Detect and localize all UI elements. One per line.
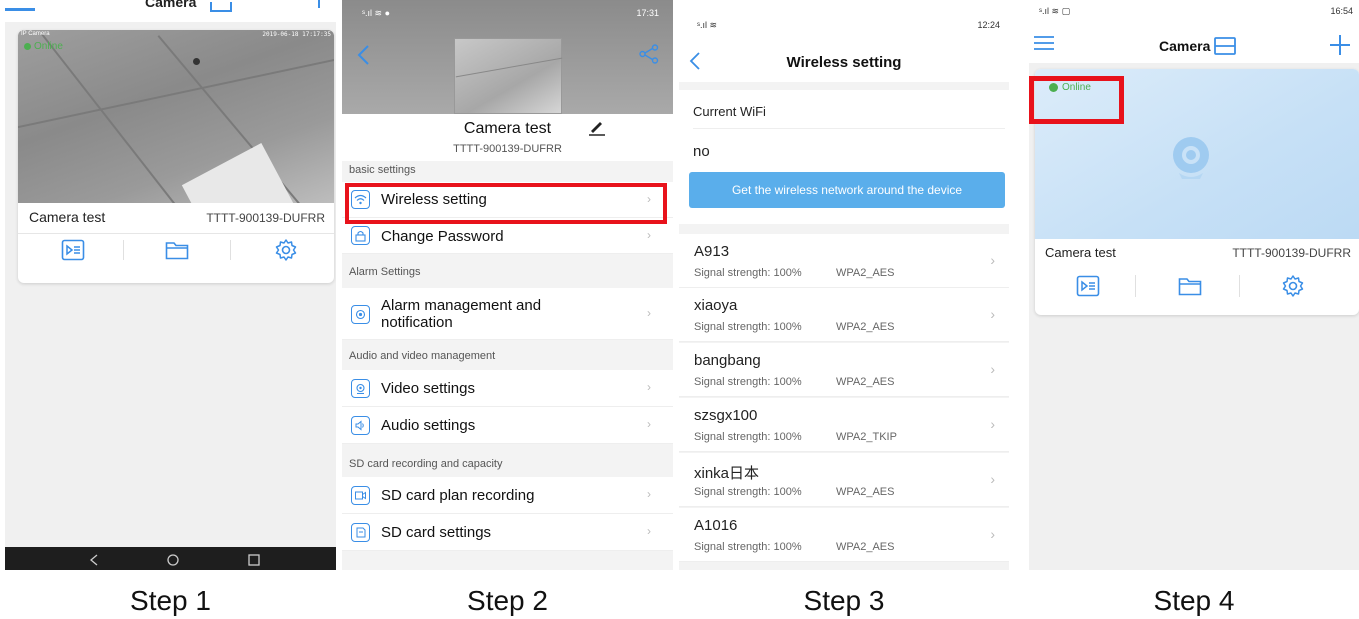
signal-icon: ˢ.ıl ≋ ● xyxy=(362,8,391,18)
playback-icon[interactable] xyxy=(1075,274,1101,298)
current-wifi-label: Current WiFi xyxy=(693,104,766,119)
camera-placeholder-icon xyxy=(1167,135,1215,186)
wifi-list-item[interactable]: A913 Signal strength: 100% WPA2_AES › xyxy=(679,234,1009,288)
gear-icon[interactable] xyxy=(1280,274,1306,298)
camera-uid: TTTT-900139-DUFRR xyxy=(1232,246,1351,260)
step2-label: Step 2 xyxy=(467,585,548,616)
menu-label: Change Password xyxy=(381,228,504,245)
device-info: Camera test TTTT-900139-DUFRR xyxy=(342,114,673,161)
step4-label: Step 4 xyxy=(1153,585,1235,616)
camera-card[interactable]: IP Camera 2019-06-18 17:17:35 Online Cam… xyxy=(18,30,334,283)
share-icon[interactable] xyxy=(639,44,659,69)
step1-label: Step 1 xyxy=(130,585,211,616)
layout-icon[interactable] xyxy=(210,2,232,12)
menu-label: Audio settings xyxy=(381,417,476,434)
menu-label: Alarm management and notification xyxy=(381,297,542,331)
header-title: Camera xyxy=(145,0,197,10)
camera-uid: TTTT-900139-DUFRR xyxy=(453,143,562,155)
folder-icon[interactable] xyxy=(164,238,190,262)
menu-label: Video settings xyxy=(381,380,475,397)
chevron-right-icon: › xyxy=(647,417,651,431)
camera-uid: TTTT-900139-DUFRR xyxy=(206,211,325,225)
record-icon xyxy=(351,486,370,505)
menu-icon[interactable] xyxy=(5,8,35,11)
page-title: Wireless setting xyxy=(786,54,902,71)
playback-icon[interactable] xyxy=(60,238,86,262)
chevron-right-icon: › xyxy=(990,416,995,432)
chevron-right-icon: › xyxy=(990,306,995,322)
step2-screen: ˢ.ıl ≋ ● 17:31 Camera test TTTT-900139-D… xyxy=(342,0,673,570)
signal-icon: ˢ.ıl ≋ ▢ xyxy=(1039,6,1071,16)
highlight-box xyxy=(1029,76,1124,124)
chevron-right-icon: › xyxy=(990,252,995,268)
status-time: 16:54 xyxy=(1330,6,1353,16)
chevron-right-icon: › xyxy=(647,524,651,538)
osd-label: IP Camera xyxy=(21,31,50,37)
camera-preview[interactable]: IP Camera 2019-06-18 17:17:35 Online xyxy=(18,30,334,203)
status-time: 17:31 xyxy=(636,8,659,18)
app-header: ˢ.ıl ≋ ▢ 16:54 Camera xyxy=(1029,0,1359,63)
chevron-right-icon: › xyxy=(647,306,651,320)
menu-item-video[interactable]: Video settings › xyxy=(342,370,673,407)
current-wifi-value: no xyxy=(693,143,710,160)
menu-item-sd-plan[interactable]: SD card plan recording › xyxy=(342,477,673,514)
back-icon[interactable] xyxy=(356,44,370,71)
menu-item-audio[interactable]: Audio settings › xyxy=(342,407,673,444)
app-header: Camera xyxy=(5,0,336,22)
speaker-icon xyxy=(351,416,370,435)
menu-label: SD card plan recording xyxy=(381,487,535,504)
step3-screen: ˢ.ıl ≋ 12:24 Wireless setting Current Wi… xyxy=(679,0,1009,570)
camera-name: Camera test xyxy=(463,120,552,137)
wifi-list-item[interactable]: A1016 Signal strength: 100% WPA2_AES › xyxy=(679,508,1009,562)
signal-icon: ˢ.ıl ≋ xyxy=(697,20,718,30)
chevron-right-icon: › xyxy=(647,380,651,394)
section-alarm: Alarm Settings xyxy=(349,266,421,278)
section-av: Audio and video management xyxy=(349,350,496,362)
folder-icon[interactable] xyxy=(1177,274,1203,298)
camera-thumbnail[interactable] xyxy=(454,38,563,114)
lock-icon xyxy=(351,226,370,245)
chevron-right-icon: › xyxy=(647,228,651,242)
scan-wifi-button[interactable]: Get the wireless network around the devi… xyxy=(689,172,1005,208)
gear-icon[interactable] xyxy=(273,238,299,262)
chevron-right-icon: › xyxy=(990,526,995,542)
camera-name: Camera test xyxy=(29,209,106,225)
wifi-list-item[interactable]: xiaoya Signal strength: 100% WPA2_AES › xyxy=(679,288,1009,342)
video-icon xyxy=(351,379,370,398)
edit-icon[interactable] xyxy=(588,118,606,141)
wifi-list-item[interactable]: xinka日本 Signal strength: 100% WPA2_AES › xyxy=(679,453,1009,507)
alarm-icon xyxy=(351,305,370,324)
wifi-list-item[interactable]: szsgx100 Signal strength: 100% WPA2_TKIP › xyxy=(679,398,1009,452)
section-sd: SD card recording and capacity xyxy=(349,458,503,470)
android-nav-bar xyxy=(5,547,336,570)
camera-name: Camera test xyxy=(1045,245,1116,260)
header-title: Camera xyxy=(1159,37,1237,55)
wifi-list-item[interactable]: bangbang Signal strength: 100% WPA2_AES › xyxy=(679,343,1009,397)
step3-label: Step 3 xyxy=(803,585,885,616)
sd-card-icon xyxy=(351,523,370,542)
step4-screen: ˢ.ıl ≋ ▢ 16:54 Camera Online Camera test… xyxy=(1029,0,1359,570)
app-header: ˢ.ıl ≋ 12:24 Wireless setting xyxy=(679,0,1009,82)
section-basic: basic settings xyxy=(349,164,416,176)
chevron-right-icon: › xyxy=(647,487,651,501)
chevron-right-icon: › xyxy=(990,361,995,377)
osd-timestamp: 2019-06-18 17:17:35 xyxy=(262,31,331,38)
add-icon[interactable] xyxy=(318,0,320,8)
online-status: Online xyxy=(24,41,63,52)
highlight-box xyxy=(345,183,667,224)
chevron-right-icon: › xyxy=(990,471,995,487)
add-icon[interactable] xyxy=(1329,34,1351,61)
menu-icon[interactable] xyxy=(1033,35,1055,56)
step1-screen: Camera IP Camera 2019-06-18 17:17:35 Onl… xyxy=(5,0,336,570)
online-dot-icon xyxy=(24,43,31,50)
status-time: 12:24 xyxy=(977,20,1000,30)
menu-item-sd-settings[interactable]: SD card settings › xyxy=(342,514,673,551)
layout-icon[interactable] xyxy=(1214,37,1237,55)
menu-label: SD card settings xyxy=(381,524,492,541)
current-wifi-panel: Current WiFi no Get the wireless network… xyxy=(679,90,1009,224)
menu-item-alarm[interactable]: Alarm management and notification › xyxy=(342,288,673,340)
device-header: ˢ.ıl ≋ ● 17:31 xyxy=(342,0,673,114)
